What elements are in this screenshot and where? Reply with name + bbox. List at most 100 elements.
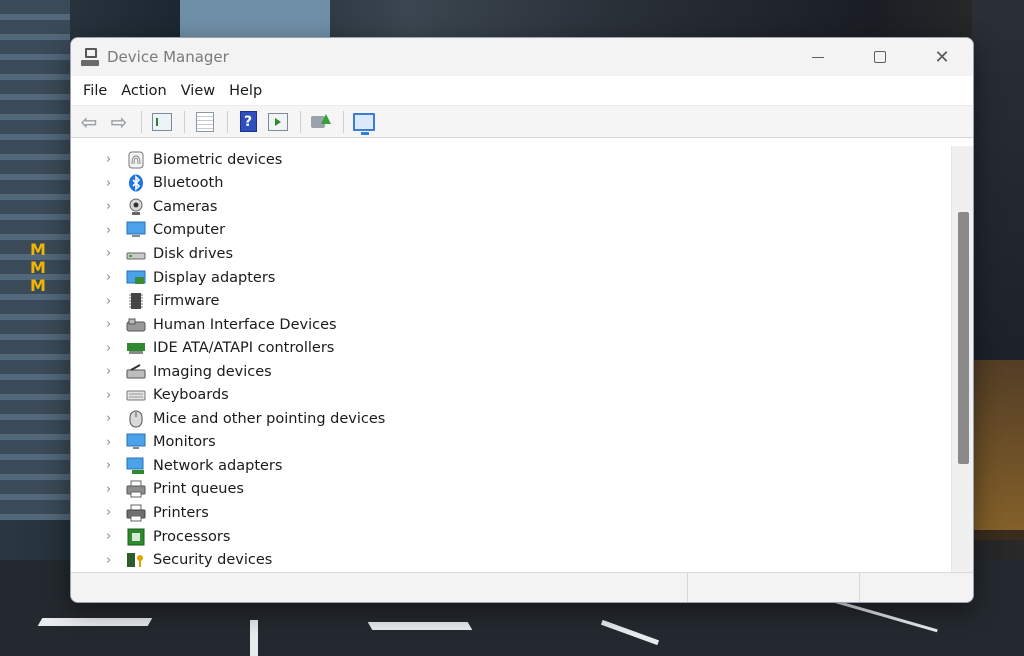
- tree-item-security-devices[interactable]: › Security devices: [71, 548, 973, 572]
- minimize-button[interactable]: [787, 38, 849, 76]
- forward-arrow-icon: ⇨: [110, 109, 128, 134]
- background-sign-letter: M: [30, 240, 46, 259]
- menu-action[interactable]: Action: [115, 83, 172, 99]
- action-pane-icon: [268, 112, 288, 131]
- monitor-icon: [126, 433, 146, 451]
- toolbar-separator: [184, 110, 185, 133]
- chevron-right-icon[interactable]: ›: [106, 482, 111, 497]
- show-hide-console-tree-icon: [152, 112, 172, 131]
- tree-item-print-queues[interactable]: › Print queues: [71, 478, 973, 502]
- toolbar-separator: [343, 110, 344, 133]
- hid-icon: [126, 316, 146, 334]
- forward-button[interactable]: ⇨: [105, 109, 133, 135]
- device-manager-app-icon: [81, 48, 99, 66]
- tree-item-biometric-devices[interactable]: › Biometric devices: [71, 148, 973, 172]
- title-bar[interactable]: Device Manager ✕: [71, 38, 973, 76]
- tree-item-firmware[interactable]: › Firmware: [71, 289, 973, 313]
- update-driver-button[interactable]: [307, 109, 335, 135]
- tree-item-disk-drives[interactable]: › Disk drives: [71, 242, 973, 266]
- firmware-icon: [126, 292, 146, 310]
- properties-list-icon: [196, 111, 214, 132]
- status-bar: [71, 572, 973, 602]
- chevron-right-icon[interactable]: ›: [106, 176, 111, 191]
- chevron-right-icon[interactable]: ›: [106, 246, 111, 261]
- security-device-icon: [126, 551, 146, 569]
- tree-item-printers[interactable]: › Printers: [71, 501, 973, 525]
- tree-item-label: Bluetooth: [153, 175, 224, 192]
- tree-item-imaging-devices[interactable]: › Imaging devices: [71, 360, 973, 384]
- tree-item-bluetooth[interactable]: › Bluetooth: [71, 172, 973, 196]
- tree-item-network-adapters[interactable]: › Network adapters: [71, 454, 973, 478]
- chevron-right-icon[interactable]: ›: [106, 364, 111, 379]
- chevron-right-icon[interactable]: ›: [106, 458, 111, 473]
- toolbar: ⇦ ⇨ ?: [71, 106, 973, 138]
- chevron-right-icon[interactable]: ›: [106, 411, 111, 426]
- toolbar-separator: [300, 110, 301, 133]
- tree-item-label: Security devices: [153, 552, 273, 569]
- tree-item-label: IDE ATA/ATAPI controllers: [153, 340, 335, 357]
- menu-bar: File Action View Help: [71, 76, 973, 106]
- imaging-device-icon: [126, 363, 146, 381]
- chevron-right-icon[interactable]: ›: [106, 388, 111, 403]
- chevron-right-icon[interactable]: ›: [106, 529, 111, 544]
- show-hide-console-tree-button[interactable]: [148, 109, 176, 135]
- tree-item-mice-and-other-pointing-devices[interactable]: › Mice and other pointing devices: [71, 407, 973, 431]
- road-marking: [37, 618, 153, 626]
- tree-item-processors[interactable]: › Processors: [71, 525, 973, 549]
- mouse-icon: [126, 410, 146, 428]
- tree-item-label: Disk drives: [153, 245, 234, 262]
- ide-controller-icon: [126, 339, 146, 357]
- properties-button[interactable]: [191, 109, 219, 135]
- printer-icon: [126, 504, 146, 522]
- chevron-right-icon[interactable]: ›: [106, 341, 111, 356]
- camera-icon: [126, 198, 146, 216]
- device-tree: › Biometric devices › Bluetooth › Cameras › Com…: [71, 146, 973, 572]
- tree-item-ide-ata-atapi-controllers[interactable]: › IDE ATA/ATAPI controllers: [71, 336, 973, 360]
- action-pane-button[interactable]: [264, 109, 292, 135]
- maximize-button[interactable]: [849, 38, 911, 76]
- vertical-scrollbar[interactable]: [951, 146, 973, 572]
- tree-item-cameras[interactable]: › Cameras: [71, 195, 973, 219]
- scrollbar-thumb[interactable]: [958, 212, 969, 464]
- help-button[interactable]: ?: [234, 109, 262, 135]
- tree-item-label: Cameras: [153, 198, 218, 215]
- close-button[interactable]: ✕: [911, 38, 973, 76]
- background-storefront-glow: [974, 360, 1024, 530]
- back-button[interactable]: ⇦: [75, 109, 103, 135]
- status-separator: [687, 573, 688, 602]
- chevron-right-icon[interactable]: ›: [106, 505, 111, 520]
- menu-help[interactable]: Help: [223, 83, 268, 99]
- fingerprint-icon: [126, 151, 146, 169]
- chevron-right-icon[interactable]: ›: [106, 270, 111, 285]
- tree-item-label: Computer: [153, 222, 226, 239]
- scan-hardware-button[interactable]: [350, 109, 378, 135]
- chevron-right-icon[interactable]: ›: [106, 199, 111, 214]
- menu-view[interactable]: View: [175, 83, 221, 99]
- keyboard-icon: [126, 386, 146, 404]
- tree-item-label: Firmware: [153, 293, 220, 310]
- chevron-right-icon[interactable]: ›: [106, 152, 111, 167]
- device-manager-window: Device Manager ✕ File Action View Help ⇦…: [70, 37, 974, 603]
- road-marking: [600, 619, 660, 646]
- window-title: Device Manager: [107, 48, 229, 66]
- chevron-right-icon[interactable]: ›: [106, 317, 111, 332]
- chevron-right-icon[interactable]: ›: [106, 294, 111, 309]
- tree-item-label: Keyboards: [153, 387, 229, 404]
- background-sign-letter: M: [30, 276, 46, 295]
- disk-drive-icon: [126, 245, 146, 263]
- tree-item-human-interface-devices[interactable]: › Human Interface Devices: [71, 313, 973, 337]
- tree-item-monitors[interactable]: › Monitors: [71, 431, 973, 455]
- menu-file[interactable]: File: [77, 83, 113, 99]
- toolbar-separator: [141, 110, 142, 133]
- chevron-right-icon[interactable]: ›: [106, 553, 111, 568]
- tree-item-keyboards[interactable]: › Keyboards: [71, 383, 973, 407]
- maximize-icon: [874, 51, 886, 63]
- tree-item-label: Mice and other pointing devices: [153, 410, 386, 427]
- tree-item-label: Print queues: [153, 481, 244, 498]
- tree-item-label: Monitors: [153, 434, 216, 451]
- chevron-right-icon[interactable]: ›: [106, 435, 111, 450]
- tree-item-computer[interactable]: › Computer: [71, 219, 973, 243]
- tree-item-display-adapters[interactable]: › Display adapters: [71, 266, 973, 290]
- chevron-right-icon[interactable]: ›: [106, 223, 111, 238]
- tree-item-label: Human Interface Devices: [153, 316, 337, 333]
